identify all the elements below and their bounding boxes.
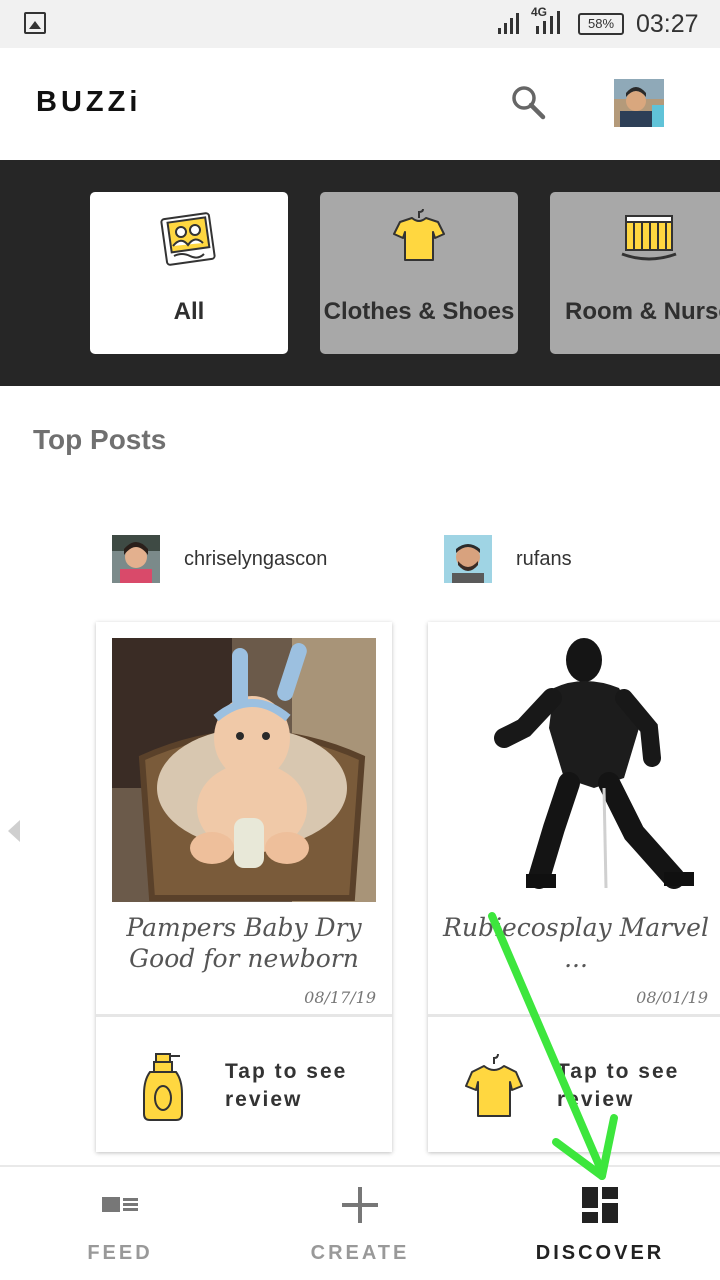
- user-avatar[interactable]: [112, 535, 160, 583]
- category-clothes-shoes[interactable]: Clothes & Shoes: [320, 192, 518, 354]
- family-photo-icon: [160, 212, 216, 266]
- lotion-bottle-icon: [143, 1053, 183, 1121]
- divider: [96, 1014, 392, 1017]
- nav-create[interactable]: CREATE: [240, 1167, 480, 1280]
- post-card[interactable]: Rubiecosplay Marvel ... 08/01/19 Tap to …: [428, 622, 720, 1152]
- app-header: BUZZi: [0, 48, 720, 160]
- post-title: Rubiecosplay Marvel ...: [443, 913, 709, 973]
- app-logo: BUZZi: [36, 86, 142, 118]
- gallery-notification-icon: [24, 12, 46, 34]
- post-date: 08/01/19: [636, 988, 708, 1007]
- review-link[interactable]: Tap to see review: [557, 1058, 707, 1114]
- nav-feed[interactable]: FEED: [0, 1167, 240, 1280]
- category-room-nursery[interactable]: Room & Nursery: [550, 192, 720, 354]
- category-label: Clothes & Shoes: [323, 298, 515, 325]
- nav-discover[interactable]: DISCOVER: [480, 1167, 720, 1280]
- battery-indicator: 58%: [578, 13, 624, 35]
- signal-icon: [498, 13, 519, 34]
- tshirt-icon: [465, 1053, 523, 1117]
- nav-label: DISCOVER: [535, 1242, 665, 1264]
- grid-icon: [582, 1187, 618, 1223]
- post-image[interactable]: [112, 638, 376, 902]
- category-carousel: All Clothes & Shoes Room & Nursery: [0, 160, 720, 386]
- plus-icon: [342, 1187, 378, 1223]
- profile-avatar[interactable]: [614, 79, 664, 127]
- signal-icon-2: [536, 11, 560, 34]
- post-date: 08/17/19: [304, 988, 376, 1007]
- bottom-navigation: FEED CREATE DISCOVER: [0, 1165, 720, 1280]
- scroll-left-arrow[interactable]: [8, 820, 20, 842]
- divider: [428, 1014, 720, 1017]
- nav-label: FEED: [87, 1242, 153, 1264]
- nav-label: CREATE: [310, 1242, 410, 1264]
- section-title: Top Posts: [33, 424, 167, 455]
- username[interactable]: chriselyngascon: [184, 548, 327, 571]
- post-image[interactable]: [444, 638, 708, 902]
- post-title: Pampers Baby Dry Good for newborn: [126, 913, 362, 973]
- user-avatar[interactable]: [444, 535, 492, 583]
- search-icon[interactable]: [508, 82, 548, 122]
- username[interactable]: rufans: [516, 548, 572, 571]
- review-link[interactable]: Tap to see review: [225, 1058, 375, 1114]
- category-all[interactable]: All: [90, 192, 288, 354]
- crib-icon: [621, 215, 677, 261]
- clock: 03:27: [636, 10, 699, 38]
- post-card[interactable]: Pampers Baby Dry Good for newborn 08/17/…: [96, 622, 392, 1152]
- tshirt-icon: [393, 208, 445, 261]
- status-bar: 4G 58% 03:27: [0, 0, 720, 48]
- category-label: All: [173, 298, 205, 325]
- feed-icon: [102, 1197, 138, 1212]
- category-label: Room & Nursery: [565, 298, 720, 325]
